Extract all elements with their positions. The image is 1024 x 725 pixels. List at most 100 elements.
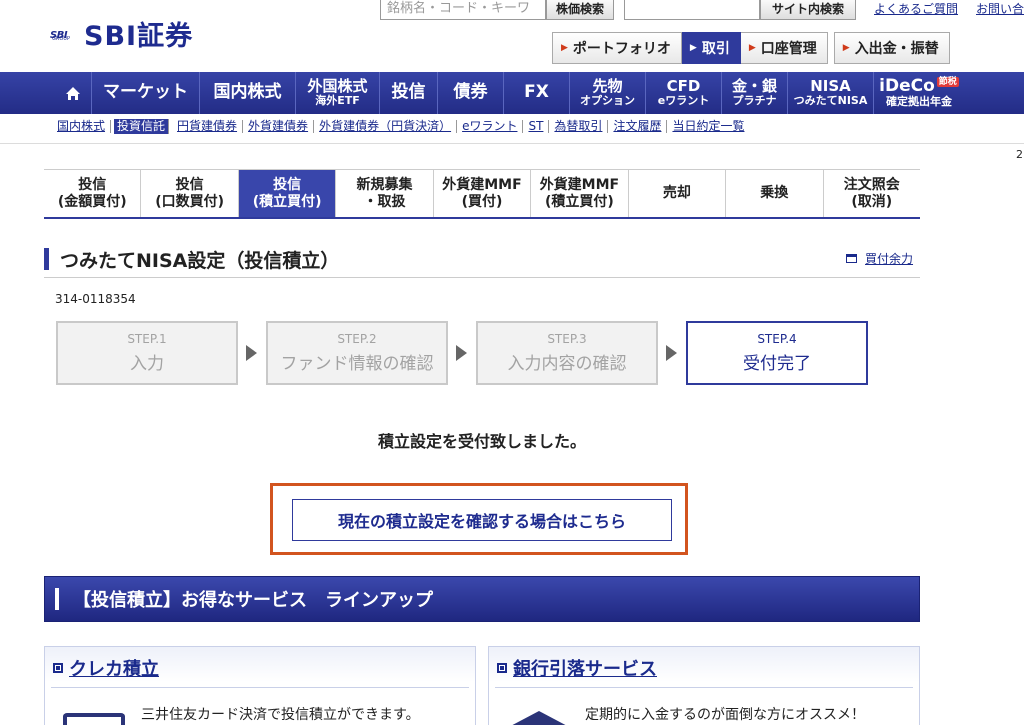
sublink-order-history[interactable]: 注文履歴 [608, 120, 668, 133]
subnav-trade[interactable]: ▶ 取引 [681, 32, 741, 64]
triangle-right-icon: ▶ [689, 43, 697, 53]
sublink-investment-trust[interactable]: 投資信託 [114, 119, 170, 134]
nav-sublabel: eワラント [657, 94, 710, 108]
nav-gold-silver[interactable]: 金・銀 プラチナ [722, 72, 788, 114]
nav-sublabel: 確定拠出年金 [886, 95, 952, 109]
sublink-domestic-stock[interactable]: 国内株式 [57, 120, 112, 133]
nav-foreign-stock[interactable]: 外国株式 海外ETF [296, 72, 380, 114]
subnav-portfolio[interactable]: ▶ ポートフォリオ [552, 32, 682, 64]
credit-card-icon [63, 713, 125, 725]
step-arrow-icon [666, 345, 677, 361]
nav-fx[interactable]: FX [504, 72, 570, 114]
tab-label: 乗換 [760, 185, 789, 202]
sublink-ewarrant[interactable]: eワラント [457, 120, 524, 133]
triangle-right-icon: ▶ [748, 43, 756, 53]
nav-label: 投信 [391, 82, 426, 103]
subnav-label: 口座管理 [760, 41, 817, 57]
tab-label: 投信 [175, 176, 204, 193]
step-label: 入力 [130, 354, 164, 374]
tab-switch[interactable]: 乗換 [725, 170, 823, 217]
function-tabs: 投信 (金額買付) 投信 (口数買付) 投信 (積立買付) 新規募集 ・取扱 外貨建MM… [44, 169, 920, 219]
sublink-fx-trade[interactable]: 為替取引 [549, 120, 609, 133]
tab-label: 外貨建MMF [539, 176, 620, 193]
tab-accumulation-buy[interactable]: 投信 (積立買付) [237, 170, 336, 217]
bullet-icon [53, 663, 63, 673]
step-arrow-icon [246, 345, 257, 361]
service-title: 銀行引落サービス [513, 659, 657, 680]
bank-icon [505, 711, 573, 725]
sublink-st[interactable]: ST [523, 120, 550, 133]
tab-foreign-mmf-buy[interactable]: 外貨建MMF (買付) [432, 170, 531, 217]
nav-label: NISA [810, 77, 851, 96]
tab-label: 投信 [273, 176, 302, 193]
account-subnav: ▶ ポートフォリオ ▶ 取引 ▶ 口座管理 ▶ 入出金・振替 [552, 32, 950, 64]
step-label: 入力内容の確認 [507, 354, 627, 374]
step-number: STEP.2 [337, 332, 377, 346]
product-sublinks: 国内株式 投資信託 円貨建債券 外貨建債券 外貨建債券（円貨決済） eワラント … [57, 119, 749, 134]
main-nav: マーケット 国内株式 外国株式 海外ETF 投信 債券 FX 先物 オプション CF… [0, 72, 1024, 114]
nav-sublabel: オプション [580, 94, 635, 108]
nav-ideco[interactable]: iDeCo 節税 確定拠出年金 [874, 72, 964, 114]
service-description: 定期的に入金するのが面倒な方にオススメ！ [585, 707, 865, 723]
nav-label: 先物 [592, 77, 623, 96]
stock-search-input[interactable]: 銘柄名・コード・キーワ [380, 0, 546, 20]
tab-order-inquiry[interactable]: 注文照会 (取消) [822, 170, 920, 217]
header-accent-bar [55, 588, 59, 610]
tab-sublabel: (金額買付) [57, 193, 127, 210]
step-2: STEP.2 ファンド情報の確認 [266, 321, 448, 385]
triangle-right-icon: ▶ [561, 43, 568, 53]
site-search-button[interactable]: サイト内検索 [760, 0, 856, 20]
tab-amount-buy[interactable]: 投信 (金額買付) [44, 170, 141, 217]
tab-new-offering[interactable]: 新規募集 ・取扱 [335, 170, 433, 217]
tab-units-buy[interactable]: 投信 (口数買付) [140, 170, 238, 217]
tab-sublabel: (積立買付) [545, 193, 614, 210]
buy-power-label: 買付余力 [865, 252, 914, 266]
tab-sublabel: ・取扱 [363, 193, 406, 210]
tab-sublabel: (取消) [851, 193, 893, 210]
buy-power-link[interactable]: 買付余力 [846, 250, 913, 267]
check-current-settings-button[interactable]: 現在の積立設定を確認する場合はこちら [292, 499, 672, 541]
tab-sell[interactable]: 売却 [627, 170, 726, 217]
nav-domestic-stock[interactable]: 国内株式 [200, 72, 296, 114]
nav-label: FX [524, 82, 549, 103]
tab-label: 新規募集 [356, 176, 413, 193]
completion-message: 積立設定を受付致しました。 [377, 432, 586, 451]
stock-search-button[interactable]: 株価検索 [546, 0, 614, 20]
tab-sublabel: (買付) [461, 193, 503, 210]
nav-home[interactable] [54, 72, 92, 114]
step-number: STEP.1 [127, 332, 167, 346]
tab-label: 外貨建MMF [442, 176, 522, 193]
subnav-deposit-transfer[interactable]: ▶ 入出金・振替 [833, 32, 950, 64]
sublink-today-executions[interactable]: 当日約定一覧 [667, 120, 749, 133]
tab-foreign-mmf-accumulation[interactable]: 外貨建MMF (積立買付) [530, 170, 628, 217]
credit-card-accumulation-link[interactable]: クレカ積立 [53, 655, 159, 681]
sublink-yen-bonds[interactable]: 円貨建債券 [172, 120, 244, 133]
step-1: STEP.1 入力 [56, 321, 238, 385]
sbi-logo[interactable]: SBI GROUP SBI証券 [50, 14, 193, 53]
lineup-title: 【投信積立】お得なサービス ラインアップ [73, 590, 433, 611]
nav-market[interactable]: マーケット [92, 72, 200, 114]
account-number: 314-0118354 [55, 292, 136, 306]
sublink-foreign-bonds-yen[interactable]: 外貨建債券（円貨決済） [314, 120, 458, 133]
tab-sublabel: (口数買付) [155, 193, 225, 210]
divider [44, 277, 920, 278]
subnav-account-management[interactable]: ▶ 口座管理 [740, 32, 828, 64]
contact-link[interactable]: お問い合 [976, 0, 1024, 17]
bank-debit-service-link[interactable]: 銀行引落サービス [497, 655, 657, 681]
logo-group-text: GROUP [52, 35, 70, 42]
step-label: ファンド情報の確認 [280, 354, 434, 374]
nav-bonds[interactable]: 債券 [438, 72, 504, 114]
nav-futures-options[interactable]: 先物 オプション [570, 72, 646, 114]
step-4: STEP.4 受付完了 [686, 321, 868, 385]
step-number: STEP.4 [757, 332, 797, 346]
site-search-input[interactable] [624, 0, 760, 20]
divider [51, 687, 469, 688]
faq-link[interactable]: よくあるご質問 [874, 0, 958, 17]
nav-sublabel: つみたてNISA [793, 94, 868, 108]
nav-nisa[interactable]: NISA つみたてNISA [788, 72, 874, 114]
sublink-foreign-bonds[interactable]: 外貨建債券 [243, 120, 315, 133]
tab-label: 売却 [662, 185, 691, 202]
nav-cfd-ewarrant[interactable]: CFD eワラント [646, 72, 722, 114]
service-card-bank: 銀行引落サービス 定期的に入金するのが面倒な方にオススメ！ [488, 646, 920, 725]
nav-investment-trust[interactable]: 投信 [380, 72, 438, 114]
